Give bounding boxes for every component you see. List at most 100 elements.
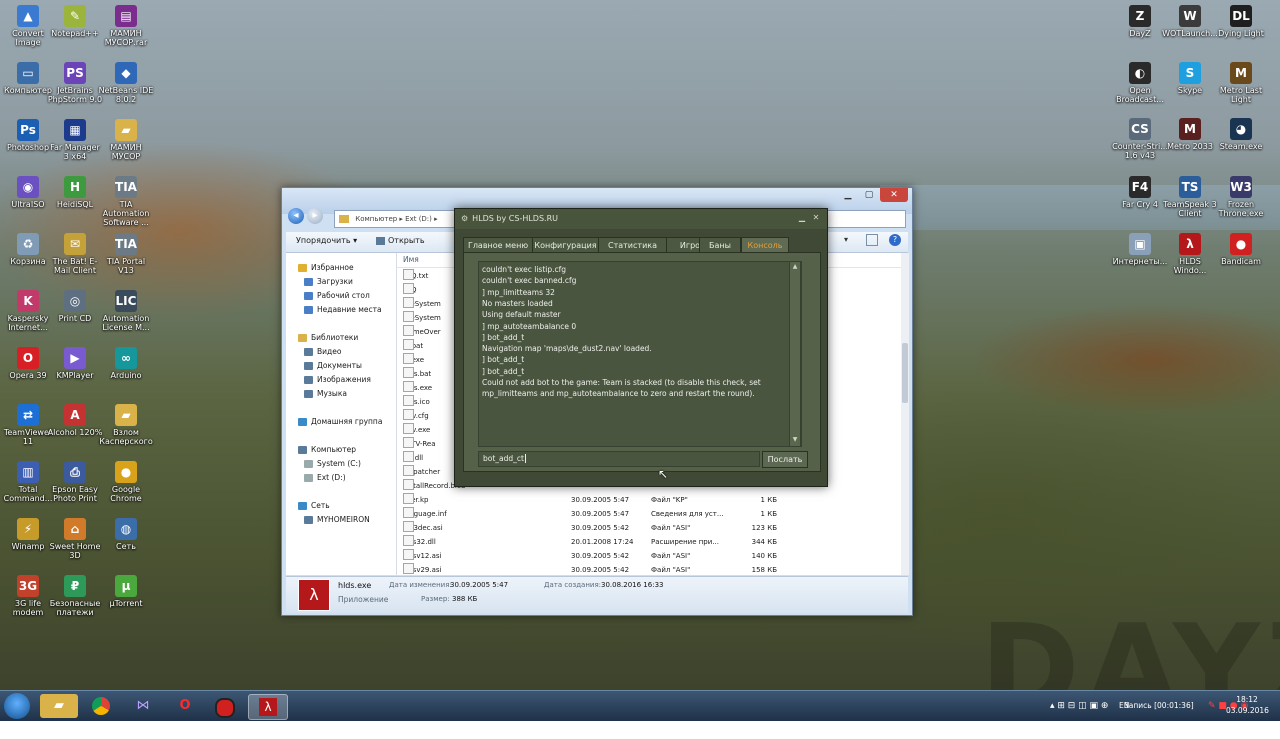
maximize-button[interactable]: ▢ (859, 188, 879, 202)
desktop-icon[interactable]: ◕ Steam.exe (1213, 118, 1269, 151)
desktop-icon[interactable]: λ HLDS Windo... (1162, 233, 1218, 275)
hlds-titlebar[interactable]: ⚙ HLDS by CS-HLDS.RU (455, 209, 827, 229)
nav-item[interactable]: Домашняя группа (298, 415, 382, 428)
command-input[interactable]: bot_add_ct (478, 451, 760, 467)
desktop-icon[interactable]: H HeidiSQL (47, 176, 103, 209)
language-indicator[interactable]: EN (1119, 691, 1129, 721)
taskbar-opera-icon[interactable]: O (166, 694, 204, 718)
console-output[interactable]: couldn't exec listip.cfg couldn't exec ba… (478, 261, 802, 447)
taskbar-bandicam-icon[interactable] (206, 694, 244, 718)
desktop-icon[interactable]: ◆ NetBeans IDE 8.0.2 (98, 62, 154, 104)
help-icon[interactable]: ? (889, 234, 901, 246)
taskbar-visualstudio-icon[interactable]: ⋈ (124, 694, 162, 718)
desktop-icon[interactable]: ◎ Print CD (47, 290, 103, 323)
send-button[interactable]: Послать (762, 451, 808, 468)
table-row[interactable]: Mssv29.asi 30.09.2005 5:42 Файл "ASI" 158 К… (397, 563, 902, 575)
desktop-icon[interactable]: A Alcohol 120% (47, 404, 103, 437)
organize-button[interactable]: Упорядочить ▾ (296, 236, 357, 245)
desktop-icon[interactable]: ● Google Chrome (98, 461, 154, 503)
desktop-icon[interactable]: TS TeamSpeak 3 Client (1162, 176, 1218, 218)
desktop-icon[interactable]: ▶ KMPlayer (47, 347, 103, 380)
nav-item[interactable]: System (C:) (304, 457, 361, 470)
desktop-icon[interactable]: CS Counter-Stri... 1.6 v43 (1112, 118, 1168, 160)
desktop-icon[interactable]: ⎙ Epson Easy Photo Print (47, 461, 103, 503)
desktop-icon[interactable]: ▦ Far Manager 3 x64 (47, 119, 103, 161)
hlds-close-button[interactable]: ✕ (811, 213, 821, 223)
desktop-icon[interactable]: W3 Frozen Throne.exe (1213, 176, 1269, 218)
nav-item[interactable]: MYHOMEIRON (304, 513, 370, 526)
hlds-window[interactable]: ⚙ HLDS by CS-HLDS.RU ▁ ✕ Главное меню Конф… (454, 208, 828, 487)
start-button[interactable] (4, 693, 30, 719)
desktop-icon[interactable]: ◍ Сеть (98, 518, 154, 551)
nav-item[interactable]: Недавние места (304, 303, 382, 316)
preview-pane-icon[interactable] (866, 234, 878, 246)
scrollbar-thumb[interactable] (902, 343, 908, 403)
hlds-app-icon: ⚙ (461, 214, 469, 223)
file-list-scrollbar[interactable] (901, 253, 909, 575)
desktop-icon[interactable]: ● Bandicam (1213, 233, 1269, 266)
desktop-icon[interactable]: M Metro 2033 (1162, 118, 1218, 151)
desktop-icon[interactable]: F4 Far Cry 4 (1112, 176, 1168, 209)
desktop-icon[interactable]: ⌂ Sweet Home 3D (47, 518, 103, 560)
desktop-icon[interactable]: ∞ Arduino (98, 347, 154, 380)
nav-item[interactable]: Компьютер (298, 443, 356, 456)
forward-button[interactable]: ▸ (307, 208, 323, 224)
desktop-icon[interactable]: ▰ МАМИН МУСОР (98, 119, 154, 161)
desktop-icon[interactable]: ✉ The Bat! E-Mail Client (47, 233, 103, 275)
table-row[interactable]: language.inf 30.09.2005 5:47 Сведения для … (397, 507, 902, 521)
desktop-icon[interactable]: ✎ Notepad++ (47, 5, 103, 38)
file-size: 344 КБ (751, 538, 777, 546)
desktop-icon[interactable]: W WOTLaunch... (1162, 5, 1218, 38)
file-name: FileSystem (403, 311, 441, 325)
nav-item[interactable]: Загрузки (304, 275, 353, 288)
table-row[interactable]: Mss32.dll 20.01.2008 17:24 Расширение при.… (397, 535, 902, 549)
desktop-icon[interactable]: TIA TIA Automation Software ... (98, 176, 154, 227)
nav-item[interactable]: Изображения (304, 373, 371, 386)
taskbar-hlds-icon[interactable]: λ (248, 694, 288, 720)
nav-item[interactable]: Рабочий стол (304, 289, 370, 302)
desktop-icon[interactable]: M Metro Last Light (1213, 62, 1269, 104)
table-row[interactable]: kver.kp 30.09.2005 5:47 Файл "KP" 1 КБ (397, 493, 902, 507)
scroll-up-icon[interactable]: ▲ (791, 263, 799, 271)
console-scrollbar[interactable]: ▲ ▼ (789, 261, 801, 447)
desktop-icon[interactable]: µ µTorrent (98, 575, 154, 608)
desktop-icon[interactable]: DL Dying Light (1213, 5, 1269, 38)
tray-icons[interactable]: ▴ ⊞ ⊟ ◫ ▣ ⊕ (1050, 691, 1108, 721)
desktop-icon[interactable]: ◐ Open Broadcast... (1112, 62, 1168, 104)
scroll-down-icon[interactable]: ▼ (791, 436, 799, 444)
nav-item[interactable]: Библиотеки (298, 331, 358, 344)
close-button[interactable]: ✕ (880, 188, 908, 202)
nav-item[interactable]: Музыка (304, 387, 347, 400)
nav-item[interactable]: Ext (D:) (304, 471, 346, 484)
nav-item[interactable]: Видео (304, 345, 341, 358)
nav-item[interactable]: Сеть (298, 499, 330, 512)
clock[interactable]: 18:12 03.09.2016 (1226, 694, 1269, 716)
open-button[interactable]: Открыть (376, 236, 425, 245)
back-button[interactable]: ◂ (288, 208, 304, 224)
table-row[interactable]: Mssv12.asi 30.09.2005 5:42 Файл "ASI" 140 К… (397, 549, 902, 563)
file-name: hl.bat (403, 339, 423, 353)
internet-icon: ▣ (1129, 233, 1151, 255)
winrar-icon: ▤ (115, 5, 137, 27)
desktop-icon[interactable]: ▤ МАМИН МУСОР.rar (98, 5, 154, 47)
hlds-minimize-button[interactable]: ▁ (797, 213, 807, 223)
desktop-icon[interactable]: ▰ Взлом Касперского (98, 404, 154, 446)
desktop-icon[interactable]: ₽ Безопасные платежи (47, 575, 103, 617)
nav-item[interactable]: Документы (304, 359, 362, 372)
desktop-icon[interactable]: S Skype (1162, 62, 1218, 95)
minimize-button[interactable]: ▁ (838, 188, 858, 202)
sweethome-icon: ⌂ (64, 518, 86, 540)
view-options-icon[interactable]: ▾ (844, 235, 848, 244)
desktop-icon[interactable]: LIC Automation License M... (98, 290, 154, 332)
desktop-icon[interactable]: ▣ Интернеты... (1112, 233, 1168, 266)
desktop-icon[interactable]: TIA TIA Portal V13 (98, 233, 154, 275)
desktop-icon[interactable]: PS JetBrains PhpStorm 9.0 (47, 62, 103, 104)
table-row[interactable]: Mp3dec.asi 30.09.2005 5:42 Файл "ASI" 123 К… (397, 521, 902, 535)
thebat-icon: ✉ (64, 233, 86, 255)
desktop-icon-label: Far Cry 4 (1122, 200, 1158, 209)
nav-item[interactable]: Избранное (298, 261, 354, 274)
taskbar-explorer-icon[interactable]: ▰ (40, 694, 78, 718)
taskbar-chrome-icon[interactable] (82, 694, 120, 718)
desktop-icon[interactable]: Z DayZ (1112, 5, 1168, 38)
safe-payments-icon: ₽ (64, 575, 86, 597)
